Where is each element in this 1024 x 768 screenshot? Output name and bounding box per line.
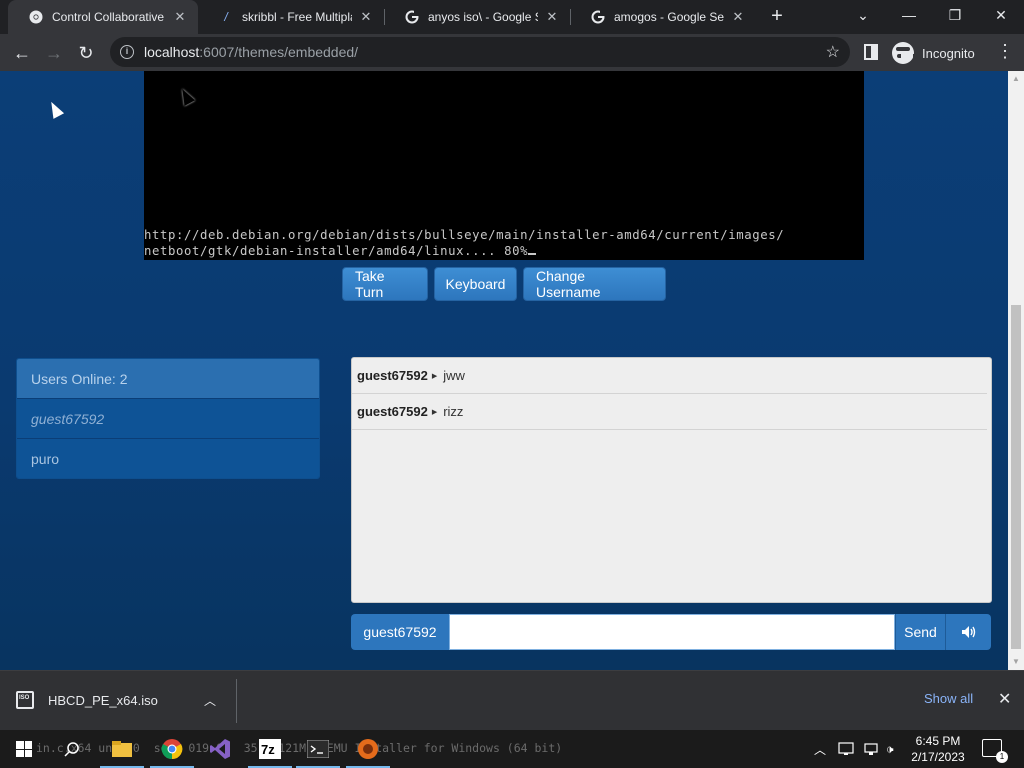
page-content: http://deb.debian.org/debian/dists/bulls… — [0, 71, 1008, 670]
chat-message-text: jww — [443, 368, 465, 383]
close-tab-icon[interactable]: ✕ — [172, 9, 188, 25]
browser-tab-strip: Control Collaborative V ✕ / skribbl - Fr… — [0, 0, 1024, 34]
visual-studio-icon[interactable] — [196, 730, 244, 768]
keyboard-button[interactable]: Keyboard — [434, 267, 517, 301]
network-icon[interactable] — [864, 730, 880, 768]
new-tab-plus-icon[interactable]: + — [766, 5, 788, 27]
chat-message: guest67592 ▶ jww — [352, 358, 987, 394]
tray-chevron-up-icon[interactable]: ︿ — [814, 730, 826, 768]
vm-display-screen[interactable]: http://deb.debian.org/debian/dists/bulls… — [144, 71, 864, 260]
bookmark-star-icon[interactable]: ☆ — [826, 42, 840, 62]
side-panel-icon[interactable] — [864, 44, 878, 60]
close-tab-icon[interactable]: ✕ — [358, 9, 374, 25]
close-window-icon[interactable]: ✕ — [978, 0, 1024, 30]
download-filename: HBCD_PE_x64.iso — [48, 692, 158, 708]
restore-icon[interactable]: ❐ — [932, 0, 978, 30]
close-tab-icon[interactable]: ✕ — [730, 9, 746, 25]
minimize-icon[interactable]: — — [886, 0, 932, 30]
close-shelf-icon[interactable]: ✕ — [998, 689, 1011, 709]
console-line-1: http://deb.debian.org/debian/dists/bulls… — [144, 228, 785, 242]
tab-skribbl[interactable]: / skribbl - Free Multiplay ✕ — [198, 0, 384, 34]
start-windows-icon[interactable] — [0, 730, 48, 768]
chat-message-input[interactable] — [449, 614, 895, 650]
download-item[interactable]: HBCD_PE_x64.iso ︿ — [16, 685, 236, 715]
chat-message: guest67592 ▶ rizz — [352, 394, 987, 430]
address-bar[interactable]: i localhost:6007/themes/embedded/ ☆ — [110, 37, 850, 67]
file-explorer-icon[interactable] — [98, 730, 146, 768]
caret-right-icon: ▶ — [431, 372, 438, 380]
forward-arrow-icon[interactable]: → — [40, 39, 68, 67]
chat-message-user: guest67592 — [357, 368, 428, 383]
change-username-button[interactable]: Change Username — [523, 267, 666, 301]
svg-text:7z: 7z — [261, 742, 275, 757]
users-online-header: Users Online: 2 — [17, 359, 319, 399]
incognito-icon — [892, 42, 917, 64]
send-button[interactable]: Send — [895, 614, 945, 650]
shelf-divider — [236, 679, 237, 723]
chat-username-label[interactable]: guest67592 — [351, 614, 449, 650]
console-cursor — [528, 244, 537, 255]
show-all-downloads-link[interactable]: Show all — [924, 691, 973, 706]
google-icon — [590, 9, 606, 25]
user-list-item[interactable]: puro — [17, 439, 319, 478]
qemu-icon[interactable] — [344, 730, 392, 768]
take-turn-button[interactable]: Take Turn — [342, 267, 428, 301]
more-menu-icon[interactable]: ⋮ — [996, 41, 1014, 62]
users-online-panel: Users Online: 2 guest67592 puro — [16, 358, 320, 479]
volume-tray-icon[interactable]: 🕩 — [886, 730, 894, 768]
terminal-icon[interactable] — [294, 730, 342, 768]
page-scrollbar[interactable]: ▲ ▼ — [1008, 71, 1024, 670]
download-shelf: HBCD_PE_x64.iso ︿ Show all ✕ — [0, 670, 1024, 730]
site-info-icon[interactable]: i — [120, 45, 134, 59]
scroll-down-arrow-icon[interactable]: ▼ — [1008, 654, 1024, 670]
chat-message-user: guest67592 — [357, 404, 428, 419]
tab-title: Control Collaborative V — [52, 10, 166, 24]
back-arrow-icon[interactable]: ← — [8, 39, 36, 67]
chat-panel: guest67592 ▶ jww guest67592 ▶ rizz — [351, 357, 992, 603]
scroll-up-arrow-icon[interactable]: ▲ — [1008, 71, 1024, 87]
google-icon — [404, 9, 420, 25]
console-line-2: netboot/gtk/debian-installer/amd64/linux… — [144, 244, 537, 258]
7zip-icon[interactable]: 7z — [246, 730, 294, 768]
incognito-profile-button[interactable]: Incognito — [892, 41, 975, 65]
tab-title: skribbl - Free Multiplay — [242, 10, 352, 24]
skribbl-pencil-icon: / — [224, 10, 228, 24]
tab-title: amogos - Google Searc — [614, 10, 724, 24]
url-host: localhost — [144, 44, 200, 60]
vm-control-buttons: Take Turn Keyboard Change Username — [342, 267, 666, 301]
chevron-up-icon[interactable]: ︿ — [204, 692, 216, 709]
reload-icon[interactable]: ↻ — [72, 39, 100, 67]
tab-amogos-search[interactable]: amogos - Google Searc ✕ — [570, 0, 756, 34]
url-path: :6007/themes/embedded/ — [199, 44, 359, 60]
tab-search-chevron-icon[interactable]: ⌄ — [840, 0, 886, 30]
chat-input-bar: guest67592 Send — [351, 614, 991, 650]
search-icon[interactable] — [48, 730, 96, 768]
chat-message-text: rizz — [443, 404, 464, 419]
clock-time: 6:45 PM — [915, 734, 961, 748]
windows-taskbar: in.c.x64 un 20 se 019 08 35 121M QEMU In… — [0, 730, 1024, 768]
clock-date: 2/17/2023 — [911, 750, 965, 764]
chrome-taskbar-icon[interactable] — [148, 730, 196, 768]
chrome-icon — [28, 9, 44, 25]
system-clock[interactable]: 6:45 PM 2/17/2023 — [908, 733, 968, 765]
close-tab-icon[interactable]: ✕ — [544, 9, 560, 25]
notification-center-icon[interactable] — [982, 739, 1008, 763]
console-line-2-text: netboot/gtk/debian-installer/amd64/linux… — [144, 244, 529, 258]
tab-title: anyos iso\ - Google Sea — [428, 10, 538, 24]
volume-icon[interactable] — [945, 614, 991, 650]
browser-toolbar: ← → ↻ i localhost:6007/themes/embedded/ … — [0, 34, 1024, 71]
scrollbar-thumb[interactable] — [1011, 305, 1021, 649]
iso-file-icon — [16, 691, 34, 709]
tab-anyos-search[interactable]: anyos iso\ - Google Sea ✕ — [384, 0, 570, 34]
incognito-label: Incognito — [922, 45, 975, 61]
tab-control-collaborative[interactable]: Control Collaborative V ✕ — [8, 0, 198, 34]
user-list-item[interactable]: guest67592 — [17, 399, 319, 439]
tray-device-icon[interactable] — [838, 730, 854, 768]
caret-right-icon: ▶ — [431, 408, 438, 416]
